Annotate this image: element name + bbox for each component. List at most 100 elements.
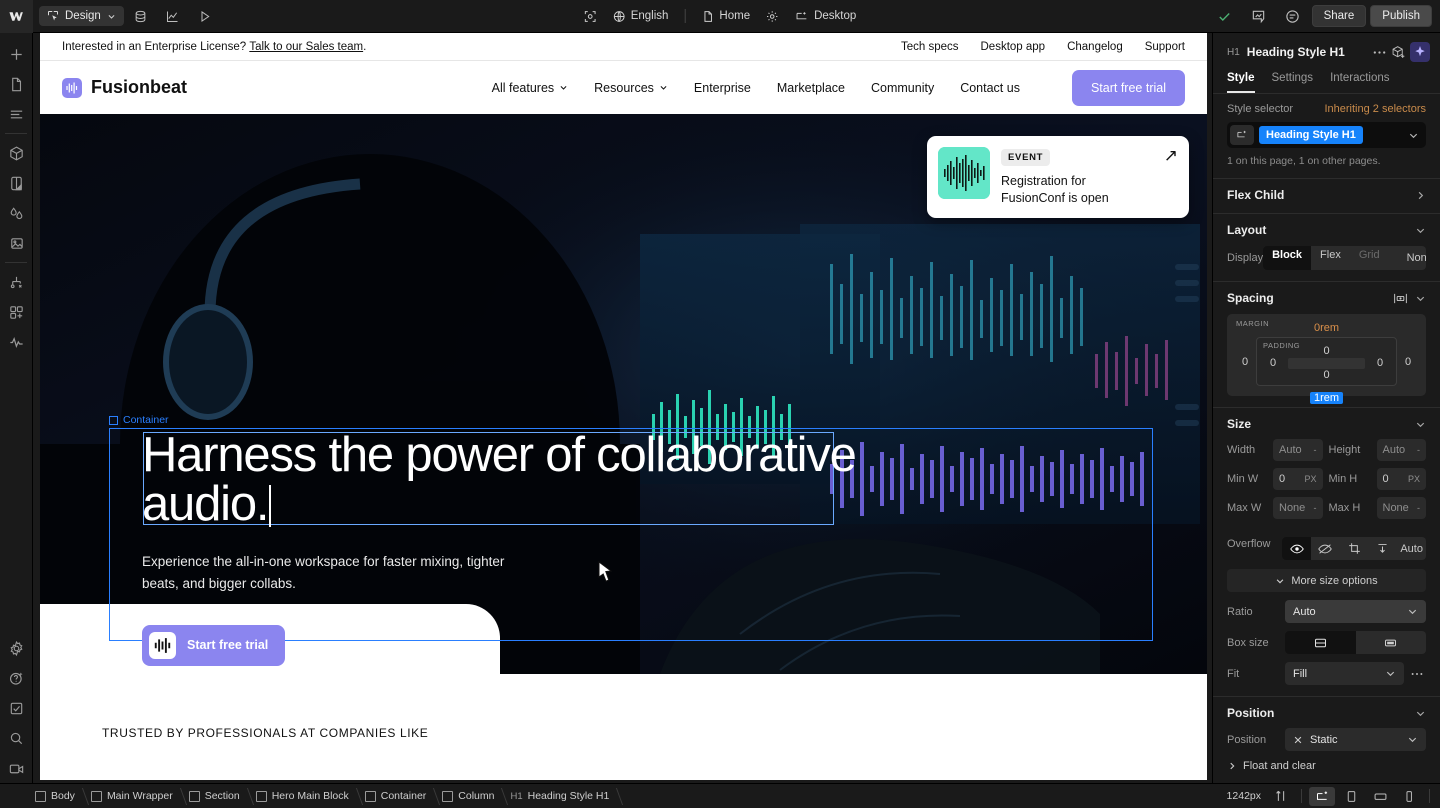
nav-all-features[interactable]: All features [492,81,569,95]
layout-header[interactable]: Layout [1227,223,1426,237]
styles-icon[interactable] [2,168,30,198]
spacing-widget[interactable]: MARGIN 0rem 0 PADDING 0 0 0 [1227,314,1426,396]
webflow-logo-icon[interactable] [0,0,33,33]
locale-selector[interactable]: English [607,6,675,27]
position-select[interactable]: Static [1285,728,1426,751]
margin-left-value[interactable]: 0 [1234,356,1256,368]
checklist-icon[interactable] [2,693,30,723]
overflow-clip-option[interactable] [1340,537,1369,560]
box-size-content-option[interactable] [1285,631,1356,654]
design-mode-button[interactable]: Design [39,6,124,26]
hero-heading[interactable]: Harness the power of collaborative audio… [142,431,862,529]
assets-icon[interactable] [2,228,30,258]
mobile-icon[interactable] [1396,787,1422,806]
cms-database-button[interactable] [126,4,156,28]
comments-button[interactable] [1278,4,1308,28]
nav-community[interactable]: Community [871,81,934,95]
publish-button[interactable]: Publish [1370,5,1432,27]
padding-right-value[interactable]: 0 [1369,357,1391,369]
display-grid[interactable]: Grid [1350,246,1389,270]
logic-icon[interactable] [2,267,30,297]
tab-interactions[interactable]: Interactions [1330,70,1389,93]
fit-select[interactable]: Fill [1285,662,1404,685]
site-canvas[interactable]: Interested in an Enterprise License? Tal… [40,33,1207,780]
page-settings-button[interactable] [760,6,785,27]
landscape-mobile-icon[interactable] [1367,787,1393,806]
chevron-right-icon[interactable] [1415,190,1426,201]
chevron-down-icon[interactable] [1415,708,1426,719]
brand-logo[interactable]: Fusionbeat [62,77,187,98]
breadcrumb-section[interactable]: Section [184,784,251,808]
ellipsis-icon[interactable] [1372,45,1387,60]
video-icon[interactable] [2,753,30,783]
overflow-auto-option[interactable]: Auto [1397,537,1426,560]
canvas-target-button[interactable] [578,6,603,27]
overflow-scroll-option[interactable] [1369,537,1398,560]
more-size-options-button[interactable]: More size options [1227,569,1426,592]
breadcrumb-column[interactable]: Column [437,784,505,808]
padding-left-value[interactable]: 0 [1262,357,1284,369]
desktop-icon[interactable] [1309,787,1335,806]
max-width-input[interactable]: None - [1273,497,1323,519]
link-tech-specs[interactable]: Tech specs [901,41,959,53]
analytics-button[interactable] [158,4,188,28]
ai-sparkle-icon[interactable] [1410,42,1430,62]
spacing-mode-icon[interactable] [1393,292,1408,305]
breakpoint-selector[interactable]: Desktop [789,6,862,27]
box-size-border-option[interactable] [1356,631,1427,654]
chevron-down-icon[interactable] [1408,130,1423,141]
add-element-icon[interactable] [2,39,30,69]
event-notification-card[interactable]: EVENT Registration for FusionConf is ope… [927,136,1189,218]
breadcrumb-body[interactable]: Body [30,784,86,808]
hero-start-free-trial-button[interactable]: Start free trial [142,625,285,666]
display-flex[interactable]: Flex [1311,246,1350,270]
breadcrumb-container[interactable]: Container [360,784,438,808]
display-block[interactable]: Block [1263,246,1311,270]
close-icon[interactable] [1293,735,1303,745]
breadcrumb-heading-style-h1[interactable]: H1 Heading Style H1 [505,784,620,808]
help-icon[interactable] [2,663,30,693]
breadcrumb-main-wrapper[interactable]: Main Wrapper [86,784,184,808]
link-support[interactable]: Support [1145,41,1185,53]
create-component-icon[interactable] [1391,45,1406,60]
preview-button[interactable] [190,4,220,28]
display-none[interactable]: None [1389,246,1426,270]
settings-icon[interactable] [2,633,30,663]
link-desktop-app[interactable]: Desktop app [981,41,1046,53]
chevron-down-icon[interactable] [1415,419,1426,430]
chevron-down-icon[interactable] [1415,225,1426,236]
nav-enterprise[interactable]: Enterprise [694,81,751,95]
audit-icon[interactable] [2,327,30,357]
share-button[interactable]: Share [1312,5,1367,27]
flex-child-section[interactable]: Flex Child [1213,179,1440,214]
margin-bottom-value[interactable]: 1rem [1310,392,1343,404]
fit-more-icon[interactable] [1410,667,1426,681]
margin-right-value[interactable]: 0 [1397,356,1419,368]
style-selector-field[interactable]: Heading Style H1 [1227,122,1426,148]
resize-handle-icon[interactable] [1268,787,1294,806]
tab-settings[interactable]: Settings [1272,70,1314,93]
flex-child-header[interactable]: Flex Child [1227,188,1426,202]
sales-team-link[interactable]: Talk to our Sales team [249,41,363,53]
height-input[interactable]: Auto - [1377,439,1427,461]
nav-start-free-trial-button[interactable]: Start free trial [1072,70,1185,106]
size-header[interactable]: Size [1227,417,1426,431]
chevron-down-icon[interactable] [1415,293,1426,304]
search-icon[interactable] [2,723,30,753]
width-input[interactable]: Auto - [1273,439,1323,461]
float-and-clear-toggle[interactable]: Float and clear [1227,760,1426,772]
navigator-icon[interactable] [2,99,30,129]
ratio-select[interactable]: Auto [1285,600,1426,623]
selector-state-icon[interactable] [1230,125,1254,145]
nav-marketplace[interactable]: Marketplace [777,81,845,95]
hero-section[interactable]: EVENT Registration for FusionConf is ope… [40,114,1207,674]
pages-icon[interactable] [2,69,30,99]
nav-contact-us[interactable]: Contact us [960,81,1020,95]
max-height-input[interactable]: None - [1377,497,1427,519]
link-changelog[interactable]: Changelog [1067,41,1123,53]
min-width-input[interactable]: 0 PX [1273,468,1323,490]
padding-bottom-value[interactable]: 0 [1262,369,1391,381]
min-height-input[interactable]: 0 PX [1377,468,1427,490]
nav-resources[interactable]: Resources [594,81,668,95]
notes-button[interactable] [1244,4,1274,28]
